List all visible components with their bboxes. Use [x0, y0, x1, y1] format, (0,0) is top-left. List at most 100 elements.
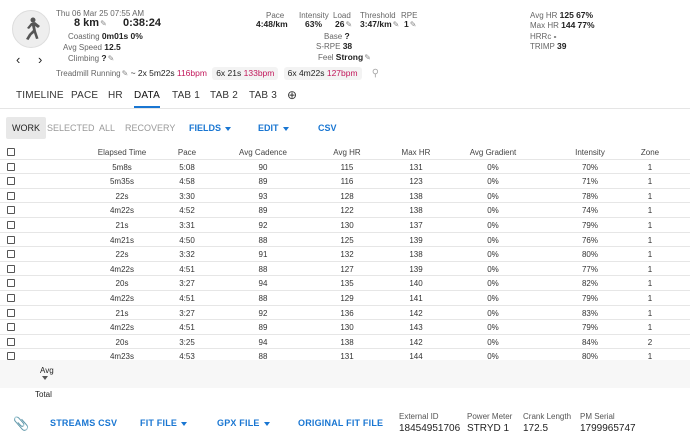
edit-feel-icon[interactable]: ✎	[364, 53, 371, 62]
row-checkbox[interactable]	[7, 308, 15, 317]
avg-hr-label: Avg HR	[530, 11, 558, 20]
row-checkbox[interactable]	[7, 177, 15, 186]
chevron-down-icon	[181, 421, 188, 426]
edit-load-icon[interactable]: ✎	[345, 20, 352, 29]
row-checkbox[interactable]	[7, 337, 15, 346]
column-header[interactable]: Zone	[610, 148, 690, 157]
select-all-checkbox[interactable]	[7, 148, 15, 156]
srpe-value: 38	[342, 41, 353, 51]
table-cell: 1	[647, 323, 653, 333]
tab-3[interactable]: TAB 3	[249, 90, 277, 101]
attachment-icon[interactable]: 📎	[13, 416, 29, 432]
avg-speed-label: Avg Speed	[63, 43, 102, 52]
table-cell: 0%	[487, 221, 499, 230]
row-checkbox[interactable]	[7, 221, 15, 229]
table-cell: 0%	[487, 206, 499, 216]
tab-1[interactable]: TAB 1	[172, 90, 200, 101]
table-row: 22s 3:30 93 128 138 0% 78% 1	[0, 189, 690, 204]
tab-divider	[0, 108, 690, 109]
max-hr-label: Max HR	[530, 21, 559, 30]
row-checkbox[interactable]	[7, 323, 15, 332]
interval-2-hr: 133bpm	[243, 68, 275, 78]
row-checkbox[interactable]	[7, 235, 15, 244]
table-cell: 4:51	[179, 264, 195, 274]
column-header[interactable]: Avg HR	[307, 148, 387, 157]
column-header[interactable]: Avg Cadence	[223, 148, 303, 157]
original-fit-button[interactable]: ORIGINAL FIT FILE	[298, 418, 383, 428]
table-cell: 92	[258, 221, 268, 230]
row-checkbox[interactable]	[7, 294, 15, 302]
row-checkbox[interactable]	[7, 191, 15, 200]
tab-hr[interactable]: HR	[108, 90, 123, 101]
row-checkbox[interactable]	[7, 162, 15, 171]
table-cell: 4:52	[179, 206, 195, 216]
row-checkbox[interactable]	[7, 206, 15, 215]
table-cell: 91	[258, 250, 268, 260]
search-icon[interactable]: ⚲	[372, 68, 379, 79]
duration-value: 0:38:24	[123, 17, 161, 29]
previous-activity-icon[interactable]: ‹	[16, 52, 20, 67]
column-header[interactable]: Pace	[147, 148, 227, 157]
table-row: 5m8s 5:08 90 115 131 0% 70% 1	[0, 160, 690, 175]
table-header-row: Elapsed Time Pace Avg Cadence Avg HR Max HR A…	[0, 145, 690, 160]
climbing-label: Climbing	[68, 54, 100, 63]
edit-distance-icon[interactable]: ✎	[100, 19, 107, 28]
table-cell: 123	[409, 177, 423, 187]
interval-3-count: 6x	[287, 68, 297, 78]
fit-file-dropdown[interactable]: FIT FILE	[140, 418, 188, 428]
threshold-value: 3:47/km✎	[360, 19, 400, 29]
table-row: 21s 3:27 92 136 142 0% 83% 1	[0, 306, 690, 321]
filter-work-button[interactable]: WORK	[6, 117, 46, 139]
table-cell: 1	[647, 264, 653, 274]
tab-data[interactable]: DATA	[134, 90, 160, 108]
external-id-label: External ID	[399, 412, 439, 421]
total-label: Total	[35, 390, 52, 399]
column-header[interactable]: Max HR	[376, 148, 456, 157]
tab-timeline[interactable]: TIMELINE	[16, 90, 64, 101]
add-tab-icon[interactable]: ⊕	[287, 88, 297, 102]
interval-2-duration: 21s	[227, 68, 242, 78]
table-cell: 3:30	[179, 191, 195, 201]
row-checkbox[interactable]	[7, 264, 15, 273]
csv-button[interactable]: CSV	[318, 117, 337, 139]
interval-2-count: 6x	[216, 68, 226, 78]
streams-csv-button[interactable]: STREAMS CSV	[50, 418, 117, 428]
data-toolbar: WORK SELECTED ALL RECOVERY FIELDS EDIT C…	[0, 117, 690, 139]
feel-row: Feel Strong✎	[318, 52, 371, 63]
edit-climbing-icon[interactable]: ✎	[108, 54, 115, 63]
table-row: 4m22s 4:51 88 129 141 0% 79% 1	[0, 291, 690, 306]
edit-type-icon[interactable]: ✎	[122, 69, 129, 78]
row-checkbox[interactable]	[7, 279, 15, 288]
filter-selected-button[interactable]: SELECTED	[47, 117, 95, 139]
avg-dropdown-icon[interactable]	[42, 376, 48, 380]
table-cell: 4:58	[179, 177, 195, 187]
row-checkbox[interactable]	[7, 250, 15, 259]
filter-recovery-button[interactable]: RECOVERY	[125, 117, 175, 139]
gpx-file-dropdown[interactable]: GPX FILE	[217, 418, 270, 428]
table-cell: 130	[340, 323, 354, 333]
fields-label: FIELDS	[189, 123, 222, 133]
tab-pace[interactable]: PACE	[71, 90, 98, 101]
distance-value: 8 km	[74, 17, 100, 29]
table-cell: 135	[340, 279, 354, 289]
tab-2[interactable]: TAB 2	[210, 90, 238, 101]
column-header[interactable]: Avg Gradient	[453, 148, 533, 157]
srpe-row: S-RPE 38	[316, 41, 352, 52]
next-activity-icon[interactable]: ›	[38, 52, 42, 67]
edit-threshold-icon[interactable]: ✎	[393, 20, 400, 29]
fields-dropdown[interactable]: FIELDS	[189, 117, 232, 139]
interval-1-duration: 5m22s	[149, 68, 175, 78]
table-cell: 138	[409, 191, 423, 201]
coasting-row: Coasting 0m01s 0%	[68, 31, 143, 42]
table-cell: 129	[340, 294, 354, 303]
edit-dropdown[interactable]: EDIT	[258, 117, 289, 139]
table-cell: 3:25	[179, 337, 195, 347]
table-cell: 138	[340, 337, 354, 347]
feel-value: Strong	[335, 52, 364, 62]
table-cell: 1	[647, 235, 653, 245]
table-cell: 138	[409, 206, 423, 216]
table-cell: 1	[647, 177, 653, 187]
edit-rpe-icon[interactable]: ✎	[410, 20, 417, 29]
filter-all-button[interactable]: ALL	[99, 117, 115, 139]
table-cell: 1	[647, 162, 653, 172]
